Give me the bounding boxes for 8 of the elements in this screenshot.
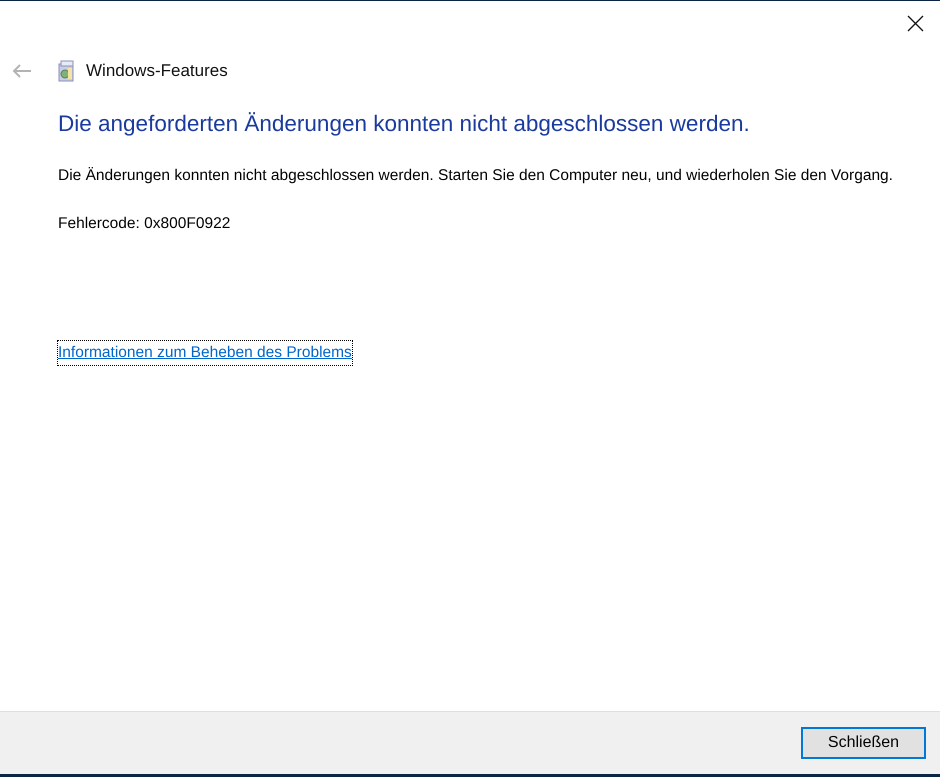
close-icon[interactable] bbox=[907, 15, 924, 32]
error-code-text: Fehlercode: 0x800F0922 bbox=[58, 214, 230, 234]
help-link[interactable]: Informationen zum Beheben des Problems bbox=[58, 341, 352, 364]
close-button[interactable]: Schließen bbox=[801, 727, 926, 759]
window-title: Windows-Features bbox=[86, 60, 228, 82]
package-icon bbox=[56, 60, 76, 82]
message-text: Die Änderungen konnten nicht abgeschlossen werden. Starten Sie den Computer neu, und wiederholen Sie den Vorgang. bbox=[58, 166, 893, 186]
heading: Die angeforderten Änderungen konnten nicht abgeschlossen werden. bbox=[58, 110, 750, 138]
